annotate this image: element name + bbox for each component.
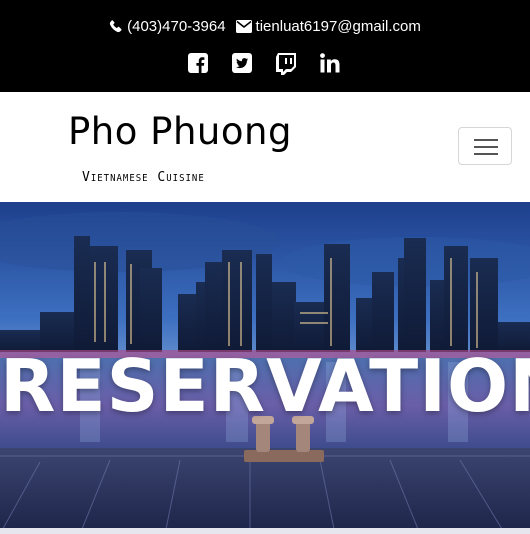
brand-name: Pho Phuong: [68, 110, 292, 153]
twitter-link[interactable]: [232, 53, 254, 75]
brand-logo-link[interactable]: Pho Phuong Vietnamese Cuisine: [68, 110, 308, 185]
social-links: [0, 52, 530, 76]
brand-tagline: Vietnamese Cuisine: [82, 169, 205, 186]
envelope-icon: [235, 19, 252, 33]
twitch-link[interactable]: [276, 53, 298, 75]
phone-icon: [109, 19, 123, 33]
page-title: RESERVATION: [0, 344, 530, 428]
email-address: tienluat6197@gmail.com: [255, 17, 421, 35]
phone-link[interactable]: (403)470-3964: [109, 17, 226, 35]
phone-number: (403)470-3964: [127, 17, 226, 35]
navbar: Pho Phuong Vietnamese Cuisine: [0, 92, 530, 202]
contact-info: (403)470-3964 tienluat6197@gmail.com: [0, 14, 530, 38]
twitch-icon: [276, 53, 296, 75]
navbar-toggle-button[interactable]: [458, 127, 512, 165]
top-contact-bar: (403)470-3964 tienluat6197@gmail.com: [0, 0, 530, 92]
linkedin-icon: [320, 53, 340, 73]
linkedin-link[interactable]: [320, 53, 342, 75]
email-link[interactable]: tienluat6197@gmail.com: [235, 17, 421, 35]
twitter-icon: [232, 53, 252, 73]
hero-banner: RESERVATION: [0, 202, 530, 534]
facebook-link[interactable]: [188, 53, 210, 75]
facebook-icon: [188, 53, 208, 73]
